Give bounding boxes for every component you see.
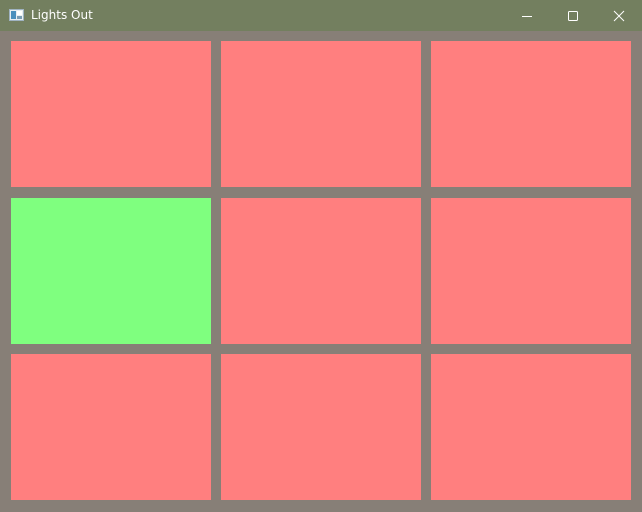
- close-icon: [613, 10, 625, 21]
- app-window-icon: [9, 9, 24, 21]
- light-tile[interactable]: [221, 354, 421, 500]
- maximize-icon: [568, 10, 578, 21]
- maximize-button[interactable]: [550, 0, 596, 31]
- light-tile[interactable]: [431, 198, 631, 344]
- light-tile[interactable]: [431, 41, 631, 187]
- title-bar[interactable]: Lights Out: [0, 0, 642, 31]
- light-tile[interactable]: [11, 354, 211, 500]
- minimize-button[interactable]: [504, 0, 550, 31]
- lights-grid: [11, 41, 631, 501]
- lights-out-window: Lights Out: [0, 0, 642, 512]
- close-button[interactable]: [596, 0, 642, 31]
- minimize-icon: [522, 15, 532, 17]
- light-tile[interactable]: [11, 198, 211, 344]
- light-tile[interactable]: [11, 41, 211, 187]
- window-title: Lights Out: [31, 8, 93, 22]
- light-tile[interactable]: [221, 41, 421, 187]
- light-tile[interactable]: [431, 354, 631, 500]
- light-tile[interactable]: [221, 198, 421, 344]
